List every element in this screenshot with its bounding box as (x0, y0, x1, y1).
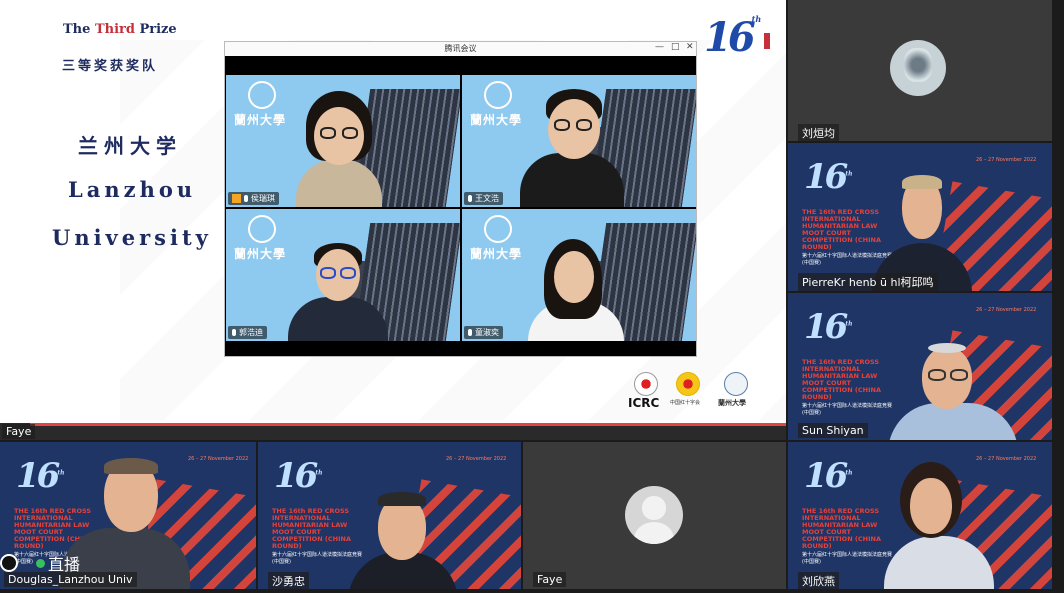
presenter-name-label: Faye (2, 424, 36, 439)
university-emblem: 蘭州大學 (234, 81, 290, 135)
university-name-en-line1: Lanzhou (68, 177, 197, 202)
shared-screen: The Third Prize 三等奖获奖队 兰州大学 Lanzhou Univ… (0, 0, 786, 423)
rcsc-label: 中国红十字会 (670, 400, 701, 406)
participant-tile[interactable]: 刘烜均 (788, 0, 1052, 141)
avatar (890, 40, 946, 96)
live-badge[interactable]: 直播 (0, 551, 80, 575)
participant-tag: 侯瑞琪 (228, 192, 279, 205)
participant-name-label: Faye (533, 572, 567, 587)
prize-title: The Third Prize (63, 22, 177, 37)
participant-tile[interactable]: 16th THE 16th RED CROSS INTERNATIONAL HU… (788, 143, 1052, 291)
participant-name-label: Sun Shiyan (798, 423, 868, 438)
meeting-window-title: 腾讯会议 (444, 44, 477, 53)
live-label: 直播 (48, 555, 81, 574)
participant-name-label: 刘欣燕 (798, 572, 839, 589)
meeting-window-titlebar[interactable]: 腾讯会议 — □ ✕ (225, 42, 696, 56)
lzu-label: 蘭州大學 (718, 399, 746, 407)
avatar (625, 486, 683, 544)
university-emblem: 蘭州大學 (234, 215, 290, 269)
university-emblem: 蘭州大學 (470, 215, 526, 269)
meeting-tile[interactable]: 蘭州大學 王文浩 (462, 75, 696, 207)
participant-tile[interactable]: 16th THE 16th RED CROSS INTERNATIONAL HU… (788, 442, 1052, 589)
university-name-cn: 兰州大学 (78, 134, 182, 158)
participant-tile[interactable]: 16th THE 16th RED CROSS INTERNATIONAL HU… (788, 293, 1052, 440)
participant-tag: 王文浩 (464, 192, 503, 205)
university-emblem: 蘭州大學 (470, 81, 526, 135)
organizer-logos: ICRC 中国红十字会 蘭州大學 (628, 372, 758, 416)
participant-tag: 童淑奕 (464, 326, 503, 339)
meeting-tile[interactable]: 蘭州大學 童淑奕 (462, 209, 696, 341)
icrc-label: ICRC (628, 396, 660, 410)
live-status-dot (36, 558, 45, 568)
maximize-button[interactable]: □ (671, 42, 680, 52)
presenter-bar: Faye (0, 423, 786, 440)
edition-logo: 16th (704, 14, 771, 61)
participant-tile[interactable]: Faye (523, 442, 786, 589)
live-icon (0, 554, 18, 572)
meeting-window: 腾讯会议 — □ ✕ 蘭州大學 侯瑞琪 蘭州大學 王文浩 蘭州大學 郭浩迪 蘭州… (224, 41, 697, 357)
minimize-button[interactable]: — (655, 42, 664, 52)
participant-name-label: 沙勇忠 (268, 572, 309, 589)
university-name-en-line2: University (52, 225, 212, 250)
prize-title-cn: 三等奖获奖队 (62, 59, 159, 74)
meeting-tile[interactable]: 蘭州大學 侯瑞琪 (226, 75, 460, 207)
participant-name-label: PierreKr henb ū hl柯邱鸣 (798, 273, 938, 291)
meeting-tile[interactable]: 蘭州大學 郭浩迪 (226, 209, 460, 341)
participant-tile[interactable]: 16th THE 16th RED CROSS INTERNATIONAL HU… (258, 442, 521, 589)
icrc-logo-icon (634, 372, 658, 396)
participant-name-label: 刘烜均 (798, 124, 839, 141)
participant-tag: 郭浩迪 (228, 326, 267, 339)
red-cross-society-logo-icon (676, 372, 700, 396)
lzu-logo-icon (724, 372, 748, 396)
close-button[interactable]: ✕ (686, 42, 694, 52)
